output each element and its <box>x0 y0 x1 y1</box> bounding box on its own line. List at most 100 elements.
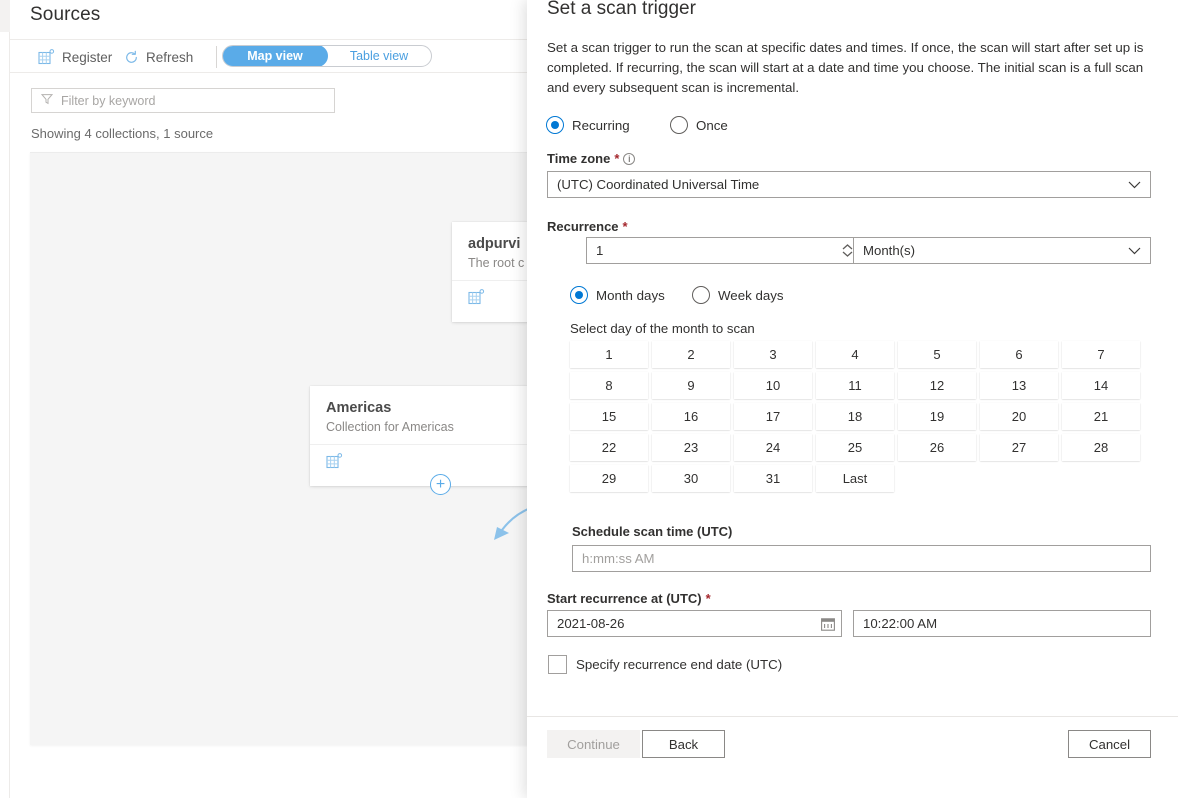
start-recurrence-time-input[interactable]: 10:22:00 AM <box>853 610 1151 637</box>
recurrence-unit-select[interactable]: Month(s) <box>853 237 1151 264</box>
filter-placeholder: Filter by keyword <box>61 93 156 108</box>
recurrence-label: Recurrence * <box>547 219 628 234</box>
recurrence-interval-stepper[interactable]: 1 <box>586 237 858 264</box>
day-button[interactable]: 20 <box>980 403 1058 430</box>
trigger-mode-recurring[interactable]: Recurring <box>546 116 630 134</box>
day-button[interactable]: 8 <box>570 372 648 399</box>
back-button[interactable]: Back <box>642 730 725 758</box>
day-button[interactable]: 11 <box>816 372 894 399</box>
day-button[interactable]: 16 <box>652 403 730 430</box>
recurrence-label-text: Recurrence <box>547 219 619 234</box>
register-label: Register <box>62 49 113 65</box>
page-title: Sources <box>30 4 101 25</box>
register-button[interactable]: Register <box>34 40 116 74</box>
refresh-icon <box>124 50 139 65</box>
day-button[interactable]: 7 <box>1062 341 1140 368</box>
day-button[interactable]: 18 <box>816 403 894 430</box>
month-day-grid[interactable]: 1 2 3 4 5 6 7 8 9 10 11 12 13 14 15 16 1… <box>570 341 1140 492</box>
continue-button[interactable]: Continue <box>547 730 640 758</box>
day-button[interactable]: 21 <box>1062 403 1140 430</box>
start-recurrence-time-value: 10:22:00 AM <box>863 616 938 631</box>
calendar-icon[interactable] <box>821 617 835 631</box>
day-button[interactable]: 12 <box>898 372 976 399</box>
set-scan-trigger-panel: Set a scan trigger Set a scan trigger to… <box>527 0 1178 798</box>
day-button[interactable]: 4 <box>816 341 894 368</box>
day-mode-month-days[interactable]: Month days <box>570 286 665 304</box>
day-button[interactable]: 17 <box>734 403 812 430</box>
start-recurrence-date-value: 2021-08-26 <box>557 616 625 631</box>
cancel-button[interactable]: Cancel <box>1068 730 1151 758</box>
panel-content: Set a scan trigger Set a scan trigger to… <box>527 0 1178 716</box>
day-mode-week-days[interactable]: Week days <box>692 286 784 304</box>
day-button-last[interactable]: Last <box>816 465 894 492</box>
collection-count-status: Showing 4 collections, 1 source <box>31 126 214 141</box>
plus-circle-icon[interactable]: + <box>430 474 451 495</box>
day-button[interactable]: 1 <box>570 341 648 368</box>
radio-recurring-label: Recurring <box>572 117 630 133</box>
stepper-arrows[interactable] <box>842 244 853 257</box>
day-button[interactable]: 28 <box>1062 434 1140 461</box>
radio-once-indicator[interactable] <box>670 116 688 134</box>
day-button[interactable]: 27 <box>980 434 1058 461</box>
recurrence-unit-value: Month(s) <box>863 243 916 258</box>
command-divider <box>216 46 217 68</box>
specify-end-date-checkbox[interactable] <box>548 655 567 674</box>
grid-register-icon <box>38 49 55 65</box>
day-button[interactable]: 30 <box>652 465 730 492</box>
day-button[interactable]: 6 <box>980 341 1058 368</box>
day-button[interactable]: 2 <box>652 341 730 368</box>
left-rail-header <box>0 0 10 32</box>
trigger-mode-once[interactable]: Once <box>670 116 728 134</box>
day-button[interactable]: 29 <box>570 465 648 492</box>
day-button[interactable]: 10 <box>734 372 812 399</box>
specify-end-date-row[interactable]: Specify recurrence end date (UTC) <box>548 655 782 674</box>
day-button[interactable]: 5 <box>898 341 976 368</box>
filter-input[interactable]: Filter by keyword <box>31 88 335 113</box>
chevron-down-icon <box>1128 247 1141 255</box>
schedule-scan-time-input[interactable]: h:mm:ss AM <box>572 545 1151 572</box>
day-picker-label: Select day of the month to scan <box>570 321 755 336</box>
time-zone-value: (UTC) Coordinated Universal Time <box>557 177 760 192</box>
day-button[interactable]: 9 <box>652 372 730 399</box>
collection-icon[interactable] <box>468 289 485 310</box>
start-recurrence-label-text: Start recurrence at (UTC) <box>547 591 702 606</box>
info-icon[interactable]: i <box>623 152 636 165</box>
radio-once-label: Once <box>696 117 728 133</box>
day-button[interactable]: 22 <box>570 434 648 461</box>
start-recurrence-date-input[interactable]: 2021-08-26 <box>547 610 842 637</box>
day-button[interactable]: 26 <box>898 434 976 461</box>
panel-title: Set a scan trigger <box>547 0 696 19</box>
time-zone-label: Time zone * i <box>547 151 636 166</box>
panel-description: Set a scan trigger to run the scan at sp… <box>547 40 1144 95</box>
radio-recurring-indicator[interactable] <box>546 116 564 134</box>
radio-month-days-label: Month days <box>596 287 665 303</box>
radio-week-days-label: Week days <box>718 287 784 303</box>
time-zone-required-marker: * <box>614 151 620 166</box>
refresh-label: Refresh <box>146 49 194 65</box>
view-toggle[interactable]: Map view Table view <box>222 45 432 67</box>
schedule-scan-time-label: Schedule scan time (UTC) <box>572 524 732 539</box>
chevron-down-icon <box>1128 181 1141 189</box>
radio-week-days-indicator[interactable] <box>692 286 710 304</box>
day-button[interactable]: 24 <box>734 434 812 461</box>
time-zone-select[interactable]: (UTC) Coordinated Universal Time <box>547 171 1151 198</box>
schedule-scan-time-label-text: Schedule scan time (UTC) <box>572 524 733 539</box>
day-button[interactable]: 15 <box>570 403 648 430</box>
tab-table-view[interactable]: Table view <box>327 46 431 66</box>
day-button[interactable]: 13 <box>980 372 1058 399</box>
schedule-scan-time-placeholder: h:mm:ss AM <box>582 551 655 566</box>
start-recurrence-required-marker: * <box>705 591 711 606</box>
day-button[interactable]: 19 <box>898 403 976 430</box>
refresh-button[interactable]: Refresh <box>120 40 197 74</box>
day-button[interactable]: 23 <box>652 434 730 461</box>
tab-map-view[interactable]: Map view <box>223 46 328 66</box>
specify-end-date-label: Specify recurrence end date (UTC) <box>576 657 783 672</box>
day-picker-label-text: Select day of the month to scan <box>570 321 755 336</box>
day-button[interactable]: 14 <box>1062 372 1140 399</box>
radio-month-days-indicator[interactable] <box>570 286 588 304</box>
day-button[interactable]: 31 <box>734 465 812 492</box>
day-button[interactable]: 25 <box>816 434 894 461</box>
collection-icon[interactable] <box>326 453 343 474</box>
left-nav-rail <box>0 0 10 798</box>
day-button[interactable]: 3 <box>734 341 812 368</box>
